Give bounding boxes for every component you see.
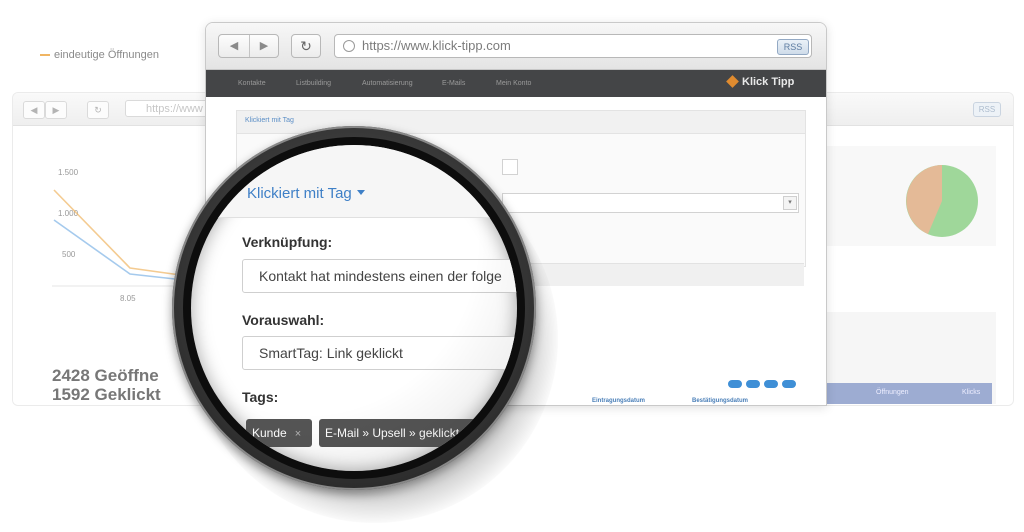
x-tick: 8.05 xyxy=(120,294,136,303)
pager-dot[interactable] xyxy=(782,380,796,388)
tag-chip-upsell-geklickt[interactable]: E-Mail » Upsell » geklickt × xyxy=(319,419,491,447)
mini-select-field[interactable] xyxy=(502,193,799,213)
url-bar[interactable]: https://www.klick-tipp.com RSS xyxy=(334,34,812,58)
reload-icon[interactable]: ↻ xyxy=(291,34,321,58)
tag-chip-label: E-Mail » Upsell » geklickt xyxy=(325,426,460,440)
app-navigation-bar: Kontakte Listbuilding Automatisierung E-… xyxy=(206,70,826,97)
nav-item-kontakte[interactable]: Kontakte xyxy=(238,70,266,97)
logo-text: Klick Tipp xyxy=(742,76,795,88)
back-arrow-icon[interactable]: ◀ xyxy=(219,35,249,57)
vorauswahl-label: Vorauswahl: xyxy=(242,312,325,328)
filter-toggle-label: Klickiert mit Tag xyxy=(247,185,352,202)
background-url-bar[interactable]: https://www xyxy=(125,100,215,117)
forward-arrow-icon[interactable]: ▶ xyxy=(45,101,67,119)
history-buttons: ◀ ▶ xyxy=(218,34,279,58)
mini-dropdown-icon[interactable]: ▾ xyxy=(783,196,797,210)
brand-logo[interactable]: Klick Tipp xyxy=(726,75,795,88)
tag-chip-label: Kunde xyxy=(252,426,287,440)
rss-badge[interactable]: RSS xyxy=(777,39,809,55)
globe-icon xyxy=(343,40,355,52)
stat-clicks: 1592 Geklickt xyxy=(52,385,161,404)
reload-icon[interactable]: ↻ xyxy=(87,101,109,119)
magnifier-lens: Klickiert mit Tag Verknüpfung: Kontakt h… xyxy=(191,145,517,471)
pager-dot[interactable] xyxy=(764,380,778,388)
filter-toggle-link[interactable]: Klickiert mit Tag xyxy=(245,117,294,124)
rss-badge[interactable]: RSS xyxy=(973,102,1001,117)
filter-toggle-link[interactable]: Klickiert mit Tag xyxy=(247,185,365,202)
nav-item-emails[interactable]: E-Mails xyxy=(442,70,465,97)
stat-opens: 2428 Geöffne xyxy=(52,366,159,385)
right-header-opens: Öffnungen xyxy=(876,389,909,396)
remove-tag-icon[interactable]: × xyxy=(295,428,301,440)
column-header-bestaetigungsdatum[interactable]: Bestätigungsdatum xyxy=(692,398,748,404)
chart-legend-label: eindeutige Öffnungen xyxy=(54,49,159,61)
verknuepfung-label: Verknüpfung: xyxy=(242,234,333,250)
verknuepfung-select[interactable]: Kontakt hat mindestens einen der folge xyxy=(242,259,517,293)
pager-dot[interactable] xyxy=(728,380,742,388)
tag-chip-kunde[interactable]: Kunde × xyxy=(246,419,312,447)
lens-filter-header xyxy=(191,145,517,218)
caret-down-icon xyxy=(356,190,365,195)
chart-legend: eindeutige Öffnungen xyxy=(40,49,159,61)
vorauswahl-select[interactable]: SmartTag: Link geklickt xyxy=(242,336,517,370)
back-arrow-icon[interactable]: ◀ xyxy=(23,101,45,119)
url-text[interactable]: https://www.klick-tipp.com xyxy=(362,35,511,57)
logo-icon xyxy=(726,75,739,88)
right-header-clicks: Klicks xyxy=(962,389,981,396)
forward-arrow-icon[interactable]: ▶ xyxy=(249,35,279,57)
column-header-eintragungsdatum[interactable]: Eintragungsdatum xyxy=(592,398,645,404)
remove-tag-icon[interactable]: × xyxy=(467,428,473,440)
tags-label: Tags: xyxy=(242,389,279,405)
pie-chart xyxy=(906,165,978,237)
browser-toolbar: ◀ ▶ ↻ https://www.klick-tipp.com RSS xyxy=(206,23,826,70)
nav-item-automatisierung[interactable]: Automatisierung xyxy=(362,70,413,97)
nav-item-mein-konto[interactable]: Mein Konto xyxy=(496,70,531,97)
pager-dot[interactable] xyxy=(746,380,760,388)
legend-swatch xyxy=(40,54,50,57)
nav-item-listbuilding[interactable]: Listbuilding xyxy=(296,70,331,97)
